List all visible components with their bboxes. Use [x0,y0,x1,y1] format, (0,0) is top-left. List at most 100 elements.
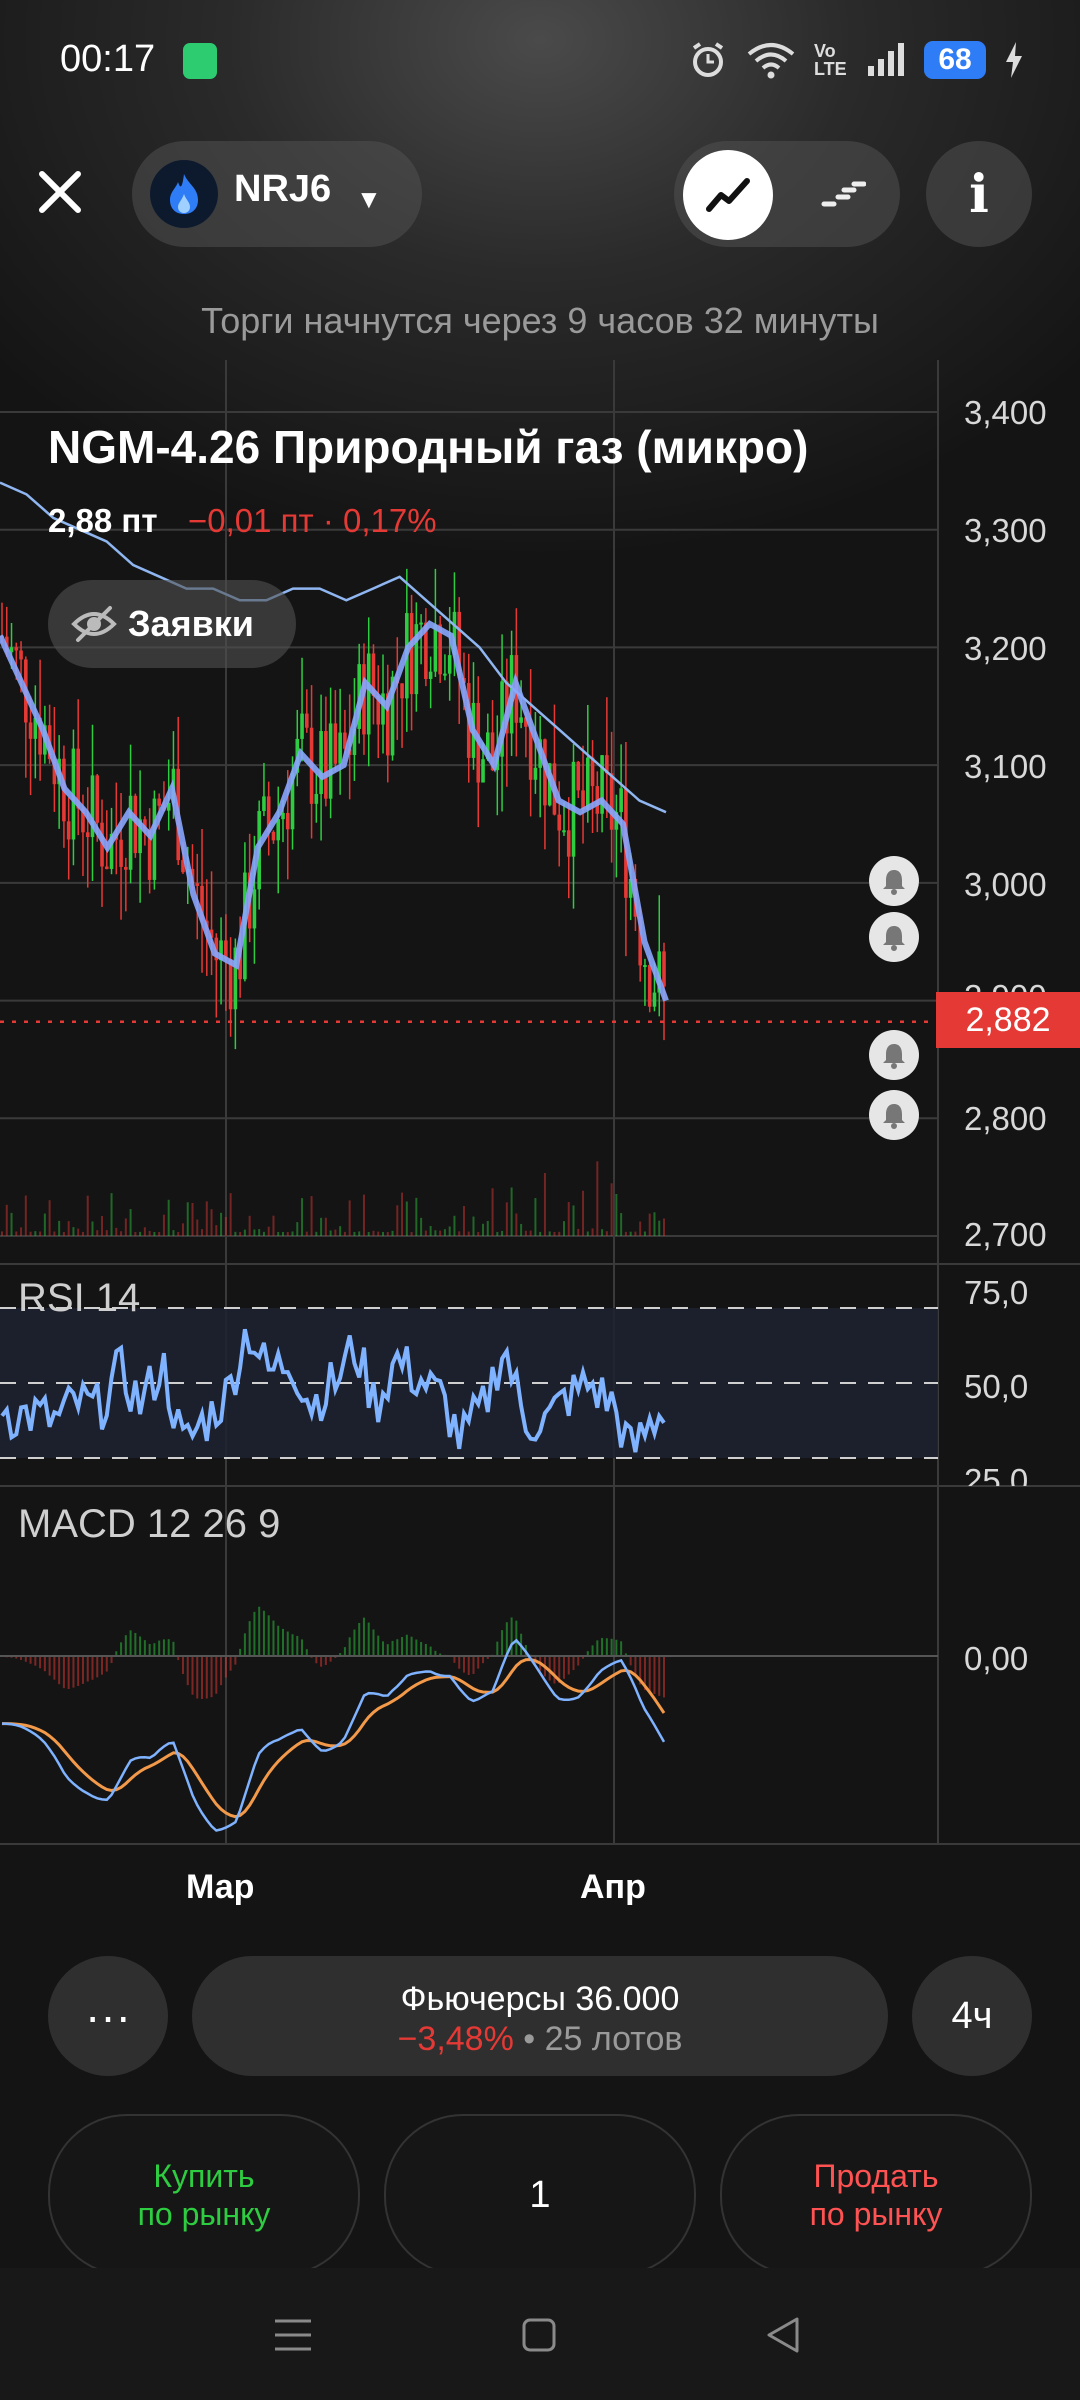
instrument-lots: • 25 лотов [513,2020,683,2058]
macd-histogram-bar [210,1656,213,1698]
price-alert-bell[interactable] [869,912,919,962]
candle-body [104,866,109,869]
macd-histogram-bar [186,1656,189,1686]
volume-bar [134,1231,137,1236]
macd-histogram-bar [648,1656,651,1692]
price-alert-bell[interactable] [869,856,919,906]
sell-market-button[interactable]: Продать по рынку [720,2114,1032,2276]
battery-level: 68 [924,41,986,79]
macd-histogram-bar [243,1633,246,1657]
line-chart-mode-button[interactable] [683,150,773,240]
volume-bar [77,1228,80,1236]
candle-body [409,613,414,695]
volume-bar [382,1231,385,1236]
volume-bar [291,1231,294,1236]
volume-bar [181,1223,184,1236]
macd-histogram-bar [634,1656,637,1676]
home-icon[interactable] [504,2300,574,2370]
more-options-button[interactable]: ··· [48,1956,168,2076]
macd-histogram-bar [143,1640,146,1657]
instrument-details: −3,48% • 25 лотов [192,2020,888,2059]
volume-bar [110,1193,113,1236]
macd-histogram-bar [610,1638,613,1657]
volume-bar [415,1197,418,1236]
menu-icon[interactable] [258,2300,328,2370]
volume-bar [205,1201,208,1236]
candle-body [428,671,433,679]
price-alert-bell[interactable] [869,1090,919,1140]
macd-histogram-bar [77,1656,80,1686]
rsi-axis-label: 25,0 [964,1462,1029,1486]
candle-body [19,650,23,660]
close-button[interactable] [28,160,92,224]
macd-histogram-bar [120,1642,123,1657]
buy-market-button[interactable]: Купить по рынку [48,2114,360,2276]
macd-histogram-bar [220,1656,223,1686]
volume-bar [582,1190,585,1236]
volume-bar [491,1188,494,1236]
volume-bar [420,1217,423,1236]
macd-histogram-bar [39,1656,42,1669]
volume-bar [62,1231,65,1236]
price-axis-label: 2,700 [964,1216,1047,1253]
price-alert-bell[interactable] [869,1030,919,1080]
network-type-label: Vo LTE [814,41,847,79]
macd-histogram-bar [158,1640,161,1657]
buy-label-line1: Купить [153,2158,255,2194]
volume-bar [324,1217,327,1236]
macd-histogram-bar [267,1615,270,1657]
volume-bar [515,1213,518,1236]
candle-body [366,653,371,735]
macd-histogram-bar [353,1629,356,1657]
volume-bar [448,1226,451,1236]
candle-body [252,889,257,929]
info-button[interactable]: i [926,141,1032,247]
instrument-info-button[interactable]: Фьючерсы 36.000 −3,48% • 25 лотов [192,1956,888,2076]
volume-bar [505,1202,508,1236]
macd-histogram-bar [86,1656,89,1682]
orders-label[interactable]: Заявки [128,603,254,645]
chevron-down-icon[interactable]: ▼ [356,184,382,215]
macd-histogram-bar [367,1622,370,1657]
candle-body [443,673,447,676]
macd-histogram-bar [348,1637,351,1657]
candles-icon [821,181,866,207]
volume-bar [272,1215,275,1236]
candle-body [643,965,647,968]
volume-bar [539,1231,542,1236]
macd-histogram-bar [396,1639,399,1657]
candle-body [557,814,562,831]
macd-histogram-bar [234,1656,237,1665]
candles-mode-button[interactable] [798,150,888,240]
battery-saver-icon [183,43,217,79]
price-axis-label: 3,200 [964,630,1047,667]
bell-icon [883,1044,905,1069]
volume-bar [267,1226,270,1236]
timeframe-button[interactable]: 4ч [912,1956,1032,2076]
macd-histogram-bar [653,1656,656,1694]
volume-bar [210,1209,213,1236]
quantity-field[interactable]: 1 [384,2114,696,2276]
volume-bar [486,1220,489,1236]
volume-bar [305,1231,308,1236]
volume-bar [396,1205,399,1236]
status-icons: Vo LTE 68 [688,30,1024,90]
candle-body [338,732,342,764]
candle-body [314,794,319,804]
volume-bar [5,1204,8,1236]
macd-histogram-bar [153,1643,156,1657]
macd-histogram-bar [605,1638,608,1657]
macd-histogram-bar [96,1656,99,1678]
back-icon[interactable] [748,2300,818,2370]
candle-body [581,790,585,810]
volume-bar [158,1231,161,1236]
candle-body [85,832,90,838]
macd-histogram-bar [67,1656,70,1690]
signal-icon [868,43,904,76]
volume-bar [248,1215,251,1236]
volume-bar [472,1216,475,1236]
volume-bar [96,1230,99,1236]
macd-histogram-bar [72,1656,75,1688]
volume-bar [615,1194,618,1236]
ticker-name[interactable]: NRJ6 [234,168,331,211]
